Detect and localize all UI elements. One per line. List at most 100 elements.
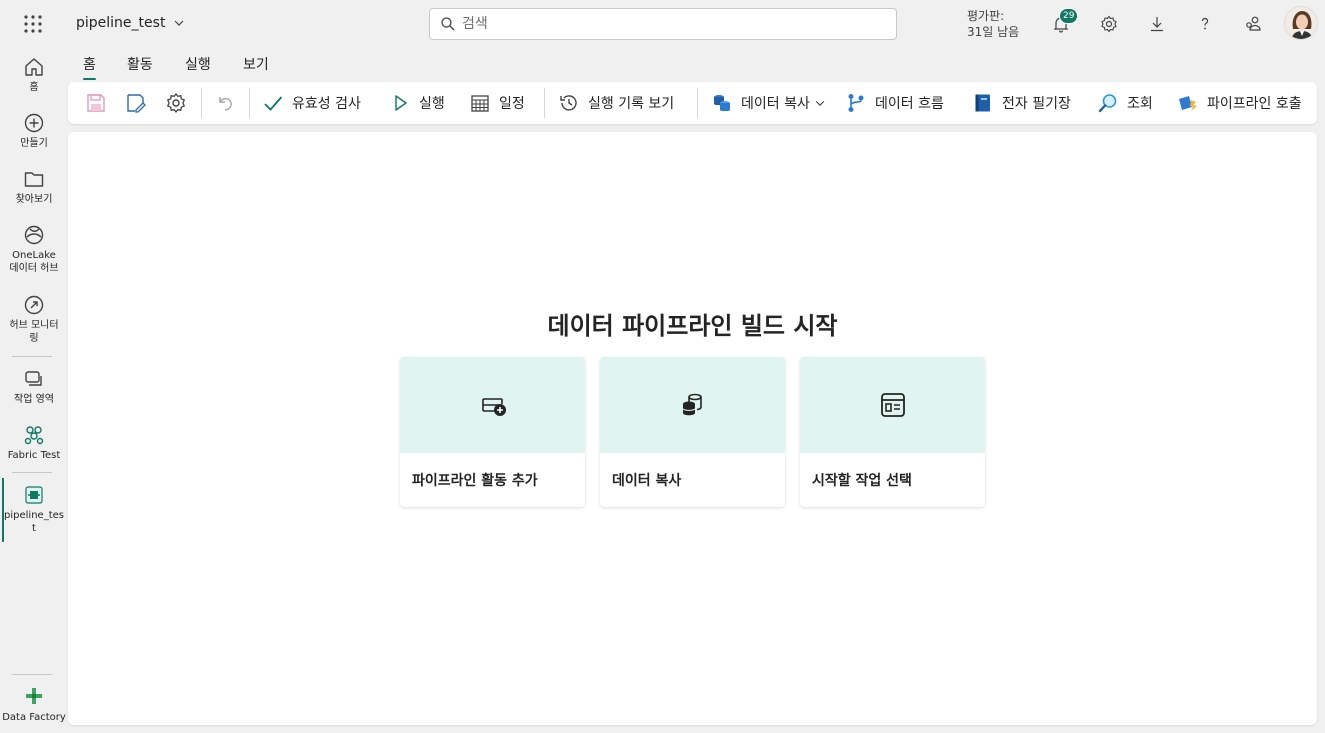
card-label: 시작할 작업 선택 — [812, 473, 912, 489]
nav-item-home[interactable]: 홈 — [0, 56, 68, 94]
share-people-icon[interactable] — [1241, 12, 1265, 36]
toolbar-divider — [249, 88, 250, 118]
nav-item-label: 만들기 — [20, 138, 48, 149]
invoke-pipeline-button[interactable]: 파이프라인 호출 — [1177, 91, 1302, 115]
lookup-icon — [1098, 94, 1117, 113]
template-icon — [880, 393, 905, 417]
toolbar-divider — [201, 88, 202, 118]
trial-status[interactable]: 평가판: 31일 남음 — [967, 8, 1019, 40]
settings-gear-icon[interactable] — [165, 91, 187, 115]
tab-run[interactable]: 실행 — [185, 54, 211, 74]
dataflow-icon — [848, 94, 864, 112]
help-icon[interactable] — [1193, 12, 1217, 36]
ribbon-tabs: 홈 활동 실행 보기 — [68, 48, 1325, 82]
pipeline-canvas[interactable]: 데이터 파이프라인 빌드 시작 파이프라인 활동 추가 데이터 복사 시작할 작… — [68, 132, 1317, 725]
notebook-label: 전자 필기장 — [1002, 96, 1071, 112]
data-factory-icon — [26, 688, 42, 704]
copy-data-icon — [682, 393, 702, 416]
home-icon — [25, 58, 43, 76]
search-box[interactable] — [429, 8, 897, 40]
top-bar: pipeline_test 평가판: 31일 남음 29 — [0, 0, 1325, 48]
nav-item-create[interactable]: 만들기 — [0, 112, 68, 150]
tab-home[interactable]: 홈 — [83, 54, 96, 80]
tab-view[interactable]: 보기 — [243, 54, 269, 74]
nav-item-label: Fabric Test — [7, 450, 61, 461]
nav-item-onelake[interactable]: OneLake 데이터 허브 — [0, 224, 68, 275]
invoke-pipeline-icon — [1179, 96, 1197, 111]
user-avatar[interactable] — [1284, 6, 1318, 40]
lookup-button[interactable]: 조회 — [1097, 91, 1153, 115]
download-icon[interactable] — [1145, 12, 1169, 36]
ribbon-toolbar: 유효성 검사 실행 일정 실행 기록 보기 데이터 복사 데이터 흐름 전자 필… — [68, 82, 1317, 124]
lookup-label: 조회 — [1127, 96, 1153, 112]
checkmark-icon — [264, 96, 283, 111]
search-icon — [441, 17, 455, 31]
gear-icon[interactable] — [1097, 12, 1121, 36]
run-history-label: 실행 기록 보기 — [588, 96, 675, 112]
nav-item-pipeline-test[interactable]: pipeline_test — [0, 484, 68, 535]
validate-button[interactable]: 유효성 검사 — [262, 91, 361, 115]
history-icon — [560, 95, 577, 111]
monitor-icon — [24, 295, 44, 315]
save-icon[interactable] — [85, 91, 107, 115]
run-label: 실행 — [419, 96, 445, 112]
run-button[interactable]: 실행 — [389, 91, 445, 115]
choose-task-card[interactable]: 시작할 작업 선택 — [800, 357, 985, 507]
nav-item-label: pipeline_test — [4, 510, 64, 534]
nav-item-data-factory[interactable]: Data Factory — [0, 686, 68, 724]
tab-activities[interactable]: 활동 — [127, 54, 153, 74]
nav-divider — [12, 356, 52, 357]
nav-item-label: 허브 모니터링 — [9, 320, 59, 344]
card-header — [800, 357, 985, 453]
nav-item-fabric-test[interactable]: Fabric Test — [0, 424, 68, 462]
nav-item-label: 홈 — [29, 82, 39, 93]
notebook-icon — [975, 94, 990, 112]
notebook-button[interactable]: 전자 필기장 — [972, 91, 1071, 115]
nav-item-label: Data Factory — [2, 712, 66, 723]
copy-data-icon — [714, 95, 730, 112]
calendar-icon — [471, 95, 489, 112]
view-run-history-button[interactable]: 실행 기록 보기 — [558, 91, 674, 115]
copy-data-dropdown[interactable]: 데이터 복사 — [711, 91, 826, 115]
folder-icon — [24, 172, 44, 187]
trial-label: 평가판: — [967, 9, 1005, 23]
card-label: 파이프라인 활동 추가 — [412, 473, 538, 489]
item-title: pipeline_test — [76, 15, 166, 31]
undo-icon[interactable] — [214, 91, 236, 115]
card-label: 데이터 복사 — [612, 473, 682, 489]
schedule-button[interactable]: 일정 — [469, 91, 525, 115]
dataflow-button[interactable]: 데이터 흐름 — [845, 91, 944, 115]
add-pipeline-activity-card[interactable]: 파이프라인 활동 추가 — [400, 357, 585, 507]
left-nav: 홈 만들기 찾아보기 OneLake 데이터 허브 허브 모니터링 작업 영역 … — [0, 48, 68, 733]
nav-item-label: 찾아보기 — [15, 194, 53, 205]
validate-label: 유효성 검사 — [292, 96, 361, 112]
waffle-icon[interactable] — [22, 13, 44, 35]
play-icon — [395, 95, 407, 111]
nav-item-workspaces[interactable]: 작업 영역 — [0, 368, 68, 406]
fabric-workspace-icon — [24, 426, 44, 445]
save-as-icon[interactable] — [125, 91, 147, 115]
nav-divider — [12, 674, 52, 675]
copy-data-label: 데이터 복사 — [741, 96, 810, 112]
nav-item-browse[interactable]: 찾아보기 — [0, 168, 68, 206]
chevron-down-icon — [815, 100, 825, 106]
dataflow-label: 데이터 흐름 — [875, 96, 944, 112]
chevron-down-icon — [175, 20, 184, 26]
nav-item-monitoring[interactable]: 허브 모니터링 — [0, 294, 68, 345]
nav-item-label: OneLake 데이터 허브 — [9, 250, 59, 274]
trial-days-remaining: 31일 남음 — [967, 25, 1020, 39]
card-header — [600, 357, 785, 453]
search-input[interactable] — [462, 16, 882, 32]
toolbar-divider — [697, 88, 698, 118]
item-title-dropdown[interactable]: pipeline_test — [76, 15, 185, 31]
pipeline-icon — [25, 486, 43, 504]
invoke-pipeline-label: 파이프라인 호출 — [1207, 96, 1302, 112]
nav-divider — [12, 472, 52, 473]
copy-data-card[interactable]: 데이터 복사 — [600, 357, 785, 507]
schedule-label: 일정 — [499, 96, 525, 112]
onelake-icon — [24, 225, 44, 245]
workspaces-icon — [25, 371, 42, 386]
card-header — [400, 357, 585, 453]
plus-circle-icon — [24, 113, 44, 133]
nav-item-label: 작업 영역 — [14, 394, 54, 405]
